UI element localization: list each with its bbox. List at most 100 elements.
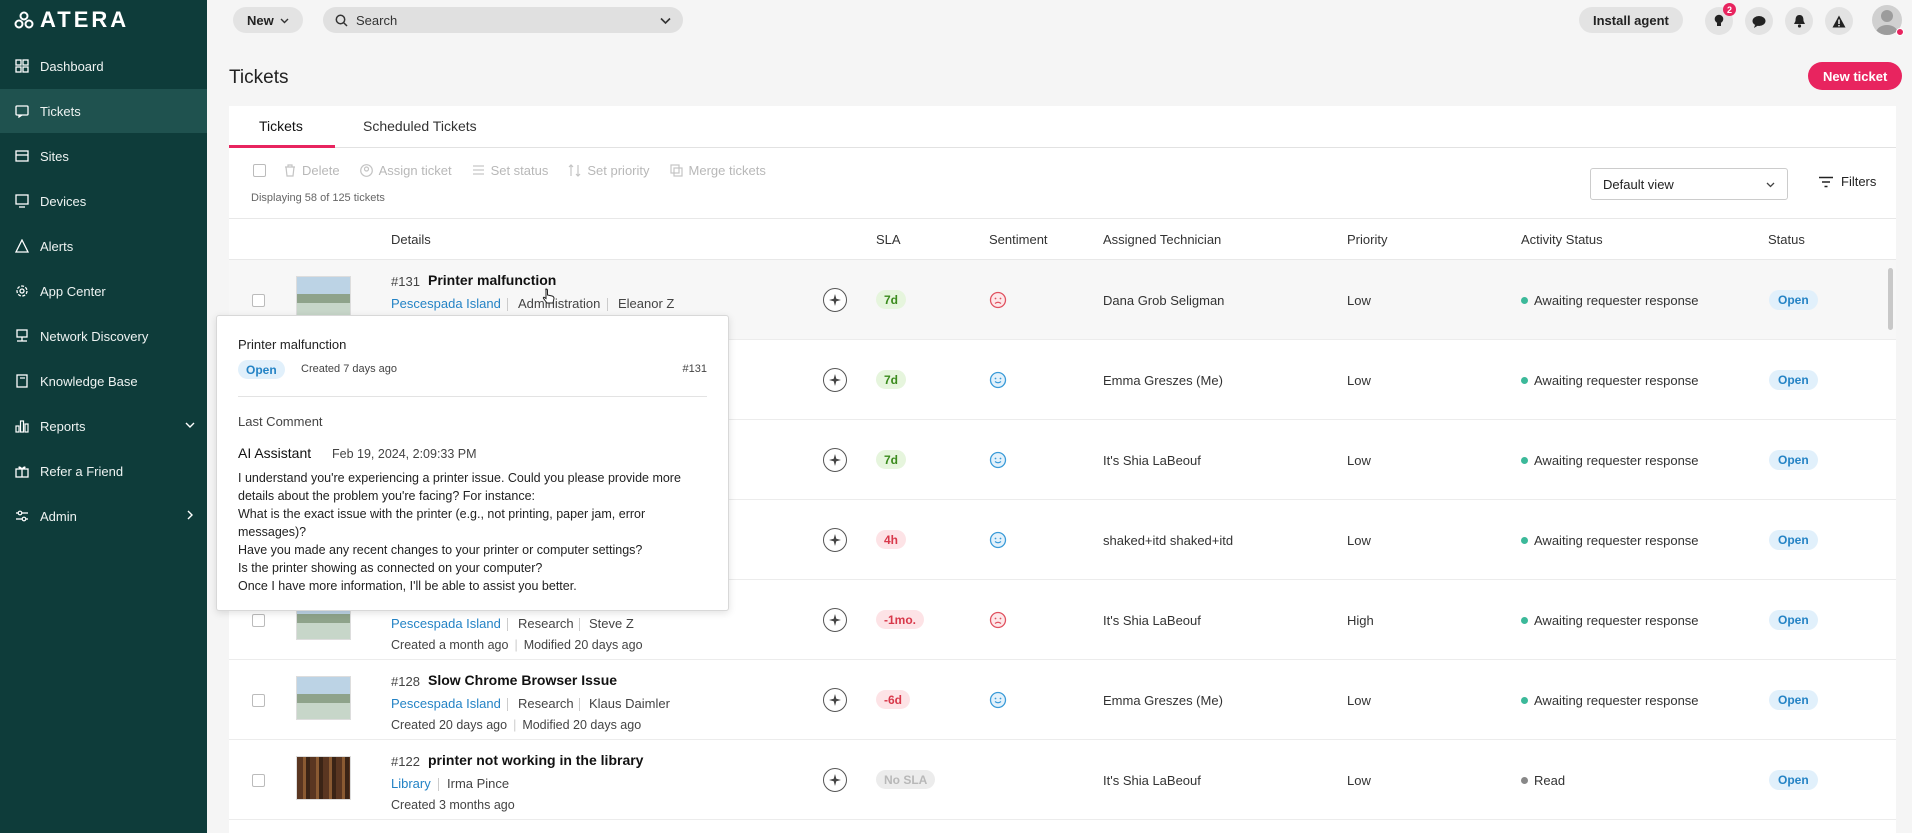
sidebar-item-knowledge-base[interactable]: Knowledge Base bbox=[0, 359, 207, 403]
ai-summary-button[interactable] bbox=[823, 768, 847, 792]
atera-logo[interactable]: ATERA bbox=[0, 0, 207, 40]
sla-badge: 7d bbox=[876, 370, 907, 389]
ai-summary-button[interactable] bbox=[823, 608, 847, 632]
status-badge[interactable]: Open bbox=[1769, 450, 1818, 470]
sidebar-item-alerts[interactable]: Alerts bbox=[0, 224, 207, 268]
ticket-requester: Eleanor Z bbox=[618, 296, 675, 311]
table-row[interactable]: #122 printer not working in the library … bbox=[229, 740, 1896, 820]
row-checkbox[interactable] bbox=[252, 694, 265, 707]
ticket-department: Administration bbox=[518, 296, 601, 311]
ai-summary-button[interactable] bbox=[823, 448, 847, 472]
status-badge[interactable]: Open bbox=[1769, 770, 1818, 790]
sparkle-icon bbox=[829, 454, 841, 466]
activity-status: Awaiting requester response bbox=[1521, 533, 1699, 548]
row-checkbox[interactable] bbox=[252, 774, 265, 787]
column-sla[interactable]: SLA bbox=[876, 232, 901, 247]
sidebar-item-admin[interactable]: Admin bbox=[0, 494, 207, 538]
install-agent-button[interactable]: Install agent bbox=[1579, 7, 1683, 33]
priority: Low bbox=[1347, 373, 1371, 388]
sidebar-item-app-center[interactable]: App Center bbox=[0, 269, 207, 313]
ai-summary-button[interactable] bbox=[823, 688, 847, 712]
status-badge[interactable]: Open bbox=[1769, 690, 1818, 710]
column-status[interactable]: Status bbox=[1768, 232, 1805, 247]
new-button[interactable]: New bbox=[233, 7, 303, 33]
new-ticket-button[interactable]: New ticket bbox=[1808, 62, 1903, 90]
chevron-down-icon[interactable] bbox=[660, 15, 671, 26]
bell-button[interactable] bbox=[1785, 7, 1813, 35]
activity-status: Awaiting requester response bbox=[1521, 453, 1699, 468]
sidebar-item-tickets[interactable]: Tickets bbox=[0, 89, 207, 133]
status-badge[interactable]: Open bbox=[1769, 370, 1818, 390]
sidebar-item-refer-a-friend[interactable]: Refer a Friend bbox=[0, 449, 207, 493]
ticket-site[interactable]: Pescespada Island bbox=[391, 696, 501, 711]
alert-button[interactable] bbox=[1825, 7, 1853, 35]
view-select-value: Default view bbox=[1603, 176, 1674, 192]
activity-status: Awaiting requester response bbox=[1521, 293, 1699, 308]
ticket-thumbnail bbox=[296, 676, 351, 720]
search-bar[interactable] bbox=[323, 7, 683, 33]
priority: Low bbox=[1347, 293, 1371, 308]
sidebar-item-label: Alerts bbox=[40, 238, 74, 254]
column-details[interactable]: Details bbox=[391, 232, 431, 247]
scrollbar[interactable] bbox=[1888, 268, 1893, 330]
sidebar-item-reports[interactable]: Reports bbox=[0, 404, 207, 448]
ai-summary-button[interactable] bbox=[823, 288, 847, 312]
ai-summary-button[interactable] bbox=[823, 528, 847, 552]
status-badge[interactable]: Open bbox=[1769, 290, 1818, 310]
comment-line: details about the problem you're facing?… bbox=[238, 489, 536, 503]
priority: Low bbox=[1347, 533, 1371, 548]
ticket-site[interactable]: Pescespada Island bbox=[391, 616, 501, 631]
gift-icon bbox=[14, 463, 30, 479]
filters-button[interactable]: Filters bbox=[1819, 174, 1876, 189]
status-badge[interactable]: Open bbox=[1769, 610, 1818, 630]
ticket-site[interactable]: Pescespada Island bbox=[391, 296, 501, 311]
ticket-icon bbox=[14, 103, 30, 119]
logo-text: ATERA bbox=[40, 7, 130, 32]
table-row[interactable]: #128 Slow Chrome Browser Issue Pescespad… bbox=[229, 660, 1896, 740]
select-all-checkbox[interactable] bbox=[253, 163, 266, 177]
status-badge[interactable]: Open bbox=[1769, 530, 1818, 550]
column-assigned-technician[interactable]: Assigned Technician bbox=[1103, 232, 1221, 247]
row-checkbox[interactable] bbox=[252, 614, 265, 627]
status-dot bbox=[1896, 28, 1904, 36]
sidebar-item-label: Knowledge Base bbox=[40, 373, 138, 389]
bulk-toolbar: Delete Assign ticket Set status Set prio… bbox=[253, 160, 786, 180]
assign-ticket-button[interactable]: Assign ticket bbox=[359, 163, 452, 178]
delete-button[interactable]: Delete bbox=[284, 163, 340, 178]
comment-body: I understand you're experiencing a print… bbox=[238, 469, 708, 595]
chat-button[interactable] bbox=[1745, 7, 1773, 35]
status-dot bbox=[1521, 617, 1528, 624]
set-priority-button[interactable]: Set priority bbox=[568, 163, 650, 178]
merge-tickets-button[interactable]: Merge tickets bbox=[669, 163, 766, 178]
divider bbox=[438, 778, 439, 791]
ticket-title[interactable]: printer not working in the library bbox=[428, 752, 643, 768]
divider bbox=[507, 298, 508, 311]
sidebar-item-network-discovery[interactable]: Network Discovery bbox=[0, 314, 207, 358]
tab-scheduled-tickets[interactable]: Scheduled Tickets bbox=[363, 118, 477, 134]
ticket-title[interactable]: Printer malfunction bbox=[428, 272, 556, 288]
column-priority[interactable]: Priority bbox=[1347, 232, 1387, 247]
set-status-button[interactable]: Set status bbox=[472, 163, 548, 178]
search-input[interactable] bbox=[356, 12, 652, 28]
ticket-site[interactable]: Library bbox=[391, 776, 431, 791]
column-sentiment[interactable]: Sentiment bbox=[989, 232, 1048, 247]
ticket-title[interactable]: Slow Chrome Browser Issue bbox=[428, 672, 617, 688]
column-activity-status[interactable]: Activity Status bbox=[1521, 232, 1603, 247]
chevron-down-icon bbox=[280, 18, 289, 23]
tabs: Tickets Scheduled Tickets bbox=[229, 106, 1896, 148]
tab-tickets[interactable]: Tickets bbox=[259, 118, 303, 134]
dashboard-icon bbox=[14, 58, 30, 74]
sidebar-item-label: App Center bbox=[40, 283, 106, 299]
sidebar-item-dashboard[interactable]: Dashboard bbox=[0, 44, 207, 88]
activity-status: Awaiting requester response bbox=[1521, 373, 1699, 388]
lightbulb-button[interactable]: 2 bbox=[1705, 3, 1736, 35]
sidebar-item-devices[interactable]: Devices bbox=[0, 179, 207, 223]
activity-status-label: Awaiting requester response bbox=[1534, 453, 1699, 468]
row-checkbox[interactable] bbox=[252, 294, 265, 307]
view-select[interactable]: Default view bbox=[1590, 168, 1788, 200]
assigned-technician: Emma Greszes (Me) bbox=[1103, 373, 1223, 388]
sidebar-item-sites[interactable]: Sites bbox=[0, 134, 207, 178]
active-tab-indicator bbox=[229, 145, 335, 148]
divider bbox=[579, 698, 580, 711]
ai-summary-button[interactable] bbox=[823, 368, 847, 392]
